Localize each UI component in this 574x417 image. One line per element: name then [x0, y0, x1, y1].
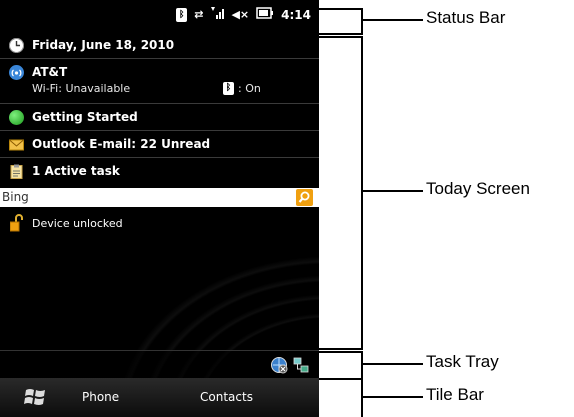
wifi-status: Wi-Fi: Unavailable: [32, 82, 131, 95]
tile-bar-bracket: [319, 378, 363, 417]
battery-icon: [256, 7, 274, 23]
tasks-label: 1 Active task: [32, 164, 120, 178]
task-tray[interactable]: [0, 350, 319, 379]
status-icons: ᛒ ⇄ ◀× 4:14: [176, 6, 311, 24]
contacts-softkey[interactable]: Contacts: [200, 390, 253, 404]
search-input[interactable]: Bing: [2, 190, 29, 204]
windows-start-icon[interactable]: [24, 387, 46, 411]
divider: [0, 58, 319, 59]
phone-softkey[interactable]: Phone: [82, 390, 119, 404]
phone-screen: ᛒ ⇄ ◀× 4:14 Friday, June 18, 2010 AT&T W…: [0, 0, 319, 417]
clock-icon: [9, 38, 24, 53]
status-bar-bracket: [319, 8, 363, 35]
callout-line: [361, 190, 423, 192]
outlook-row[interactable]: Outlook E-mail: 22 Unread: [0, 132, 319, 156]
envelope-icon: [9, 137, 24, 152]
date-label: Friday, June 18, 2010: [32, 38, 175, 52]
task-tray-bracket: [319, 351, 363, 380]
signal-icon: [210, 6, 225, 24]
task-tray-callout: Task Tray: [426, 352, 499, 371]
clock-time: 4:14: [281, 8, 311, 22]
volume-icon: ◀×: [231, 8, 250, 21]
callout-line: [361, 396, 423, 398]
carrier-label: AT&T: [32, 65, 68, 79]
search-button[interactable]: [296, 189, 313, 206]
carrier-row[interactable]: AT&T Wi-Fi: Unavailable ᛒ : On: [0, 60, 319, 100]
wireless-icon: [9, 65, 24, 80]
callout-line: [361, 19, 423, 21]
tile-bar: Phone Contacts: [0, 378, 319, 417]
getting-started-icon: [9, 110, 24, 125]
callout-line: [361, 363, 423, 365]
status-bar-callout: Status Bar: [426, 8, 506, 27]
search-icon: [298, 191, 310, 203]
padlock-open-icon[interactable]: [9, 214, 24, 236]
tile-bar-callout: Tile Bar: [426, 385, 484, 404]
divider: [0, 157, 319, 158]
bing-search-box[interactable]: Bing: [0, 188, 319, 207]
device-lock-status: Device unlocked: [32, 217, 123, 230]
clipboard-icon: [9, 164, 24, 179]
bluetooth-icon: ᛒ: [176, 8, 188, 22]
status-bar[interactable]: ᛒ ⇄ ◀× 4:14: [0, 0, 319, 28]
network-status-icon[interactable]: [293, 356, 309, 378]
date-row[interactable]: Friday, June 18, 2010: [0, 33, 319, 57]
getting-started-row[interactable]: Getting Started: [0, 105, 319, 129]
bluetooth-icon: ᛒ: [223, 82, 234, 95]
divider: [0, 130, 319, 131]
bluetooth-status: : On: [238, 82, 261, 95]
connection-manager-icon[interactable]: [270, 356, 288, 378]
divider: [0, 103, 319, 104]
today-screen-bracket: [319, 36, 363, 350]
tasks-row[interactable]: 1 Active task: [0, 159, 319, 183]
data-sync-icon: ⇄: [194, 8, 204, 21]
today-screen-callout: Today Screen: [426, 179, 530, 198]
getting-started-label: Getting Started: [32, 110, 138, 124]
outlook-label: Outlook E-mail: 22 Unread: [32, 137, 211, 151]
